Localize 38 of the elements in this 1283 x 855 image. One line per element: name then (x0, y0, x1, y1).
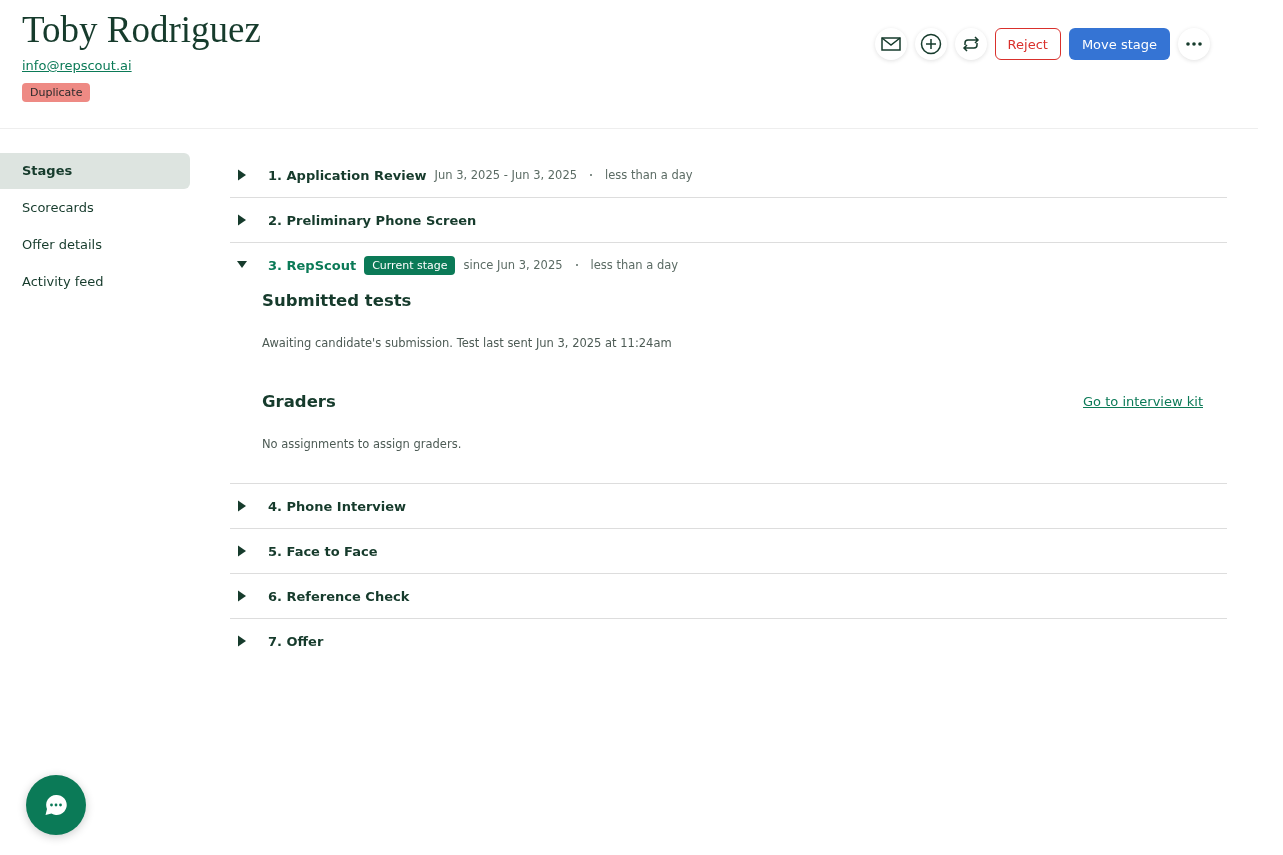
chat-button[interactable] (26, 775, 86, 835)
caret-right-icon[interactable] (236, 589, 248, 602)
section-heading: Graders (262, 392, 336, 411)
sidebar-item[interactable]: Stages (0, 153, 190, 189)
add-icon[interactable] (914, 28, 947, 60)
caret-right-icon[interactable] (236, 168, 248, 181)
chat-bubble-icon (44, 793, 68, 817)
caret-right-icon[interactable] (236, 213, 248, 226)
section-heading: Submitted tests (262, 291, 412, 310)
sidebar-item[interactable]: Offer details (0, 227, 190, 263)
sidebar-item[interactable]: Activity feed (0, 264, 190, 300)
duplicate-tag: Duplicate (22, 83, 91, 102)
candidate-name: Toby Rodriguez (22, 8, 261, 52)
interview-kit-link[interactable]: Go to interview kit (1083, 394, 1203, 409)
sidebar-item[interactable]: Scorecards (0, 190, 190, 226)
refresh-icon[interactable] (954, 28, 987, 60)
caret-right-icon[interactable] (236, 634, 248, 647)
caret-right-icon[interactable] (236, 499, 248, 512)
more-icon[interactable] (1178, 28, 1210, 60)
stage-duration: less than a day (605, 168, 693, 182)
stage-title[interactable]: 4. Phone Interview (268, 498, 407, 514)
mail-icon[interactable] (874, 28, 907, 60)
current-stage-badge: Current stage (364, 255, 456, 275)
stage-dates: Jun 3, 2025 - Jun 3, 2025 (434, 168, 578, 182)
stage-title[interactable]: 6. Reference Check (268, 588, 410, 604)
move-stage-button[interactable]: Move stage (1068, 28, 1170, 60)
stage-title[interactable]: 1. Application Review (268, 167, 427, 183)
stage-duration: less than a day (590, 258, 679, 272)
caret-right-icon[interactable] (236, 544, 248, 557)
stage-title[interactable]: 7. Offer (268, 633, 324, 649)
stage-title[interactable]: 2. Preliminary Phone Screen (268, 212, 477, 228)
reject-button[interactable]: Reject (994, 28, 1061, 60)
email-link[interactable]: info@repscout.ai (22, 58, 132, 73)
stage-title[interactable]: 5. Face to Face (268, 543, 378, 559)
section-text: Awaiting candidate's submission. Test last sent Jun 3, 2025 at 11:24am (262, 336, 673, 350)
section-text: No assignments to assign graders. (262, 437, 463, 451)
stage-dates: since Jun 3, 2025 (463, 258, 563, 272)
stage-title[interactable]: 3. RepScout (268, 257, 357, 273)
